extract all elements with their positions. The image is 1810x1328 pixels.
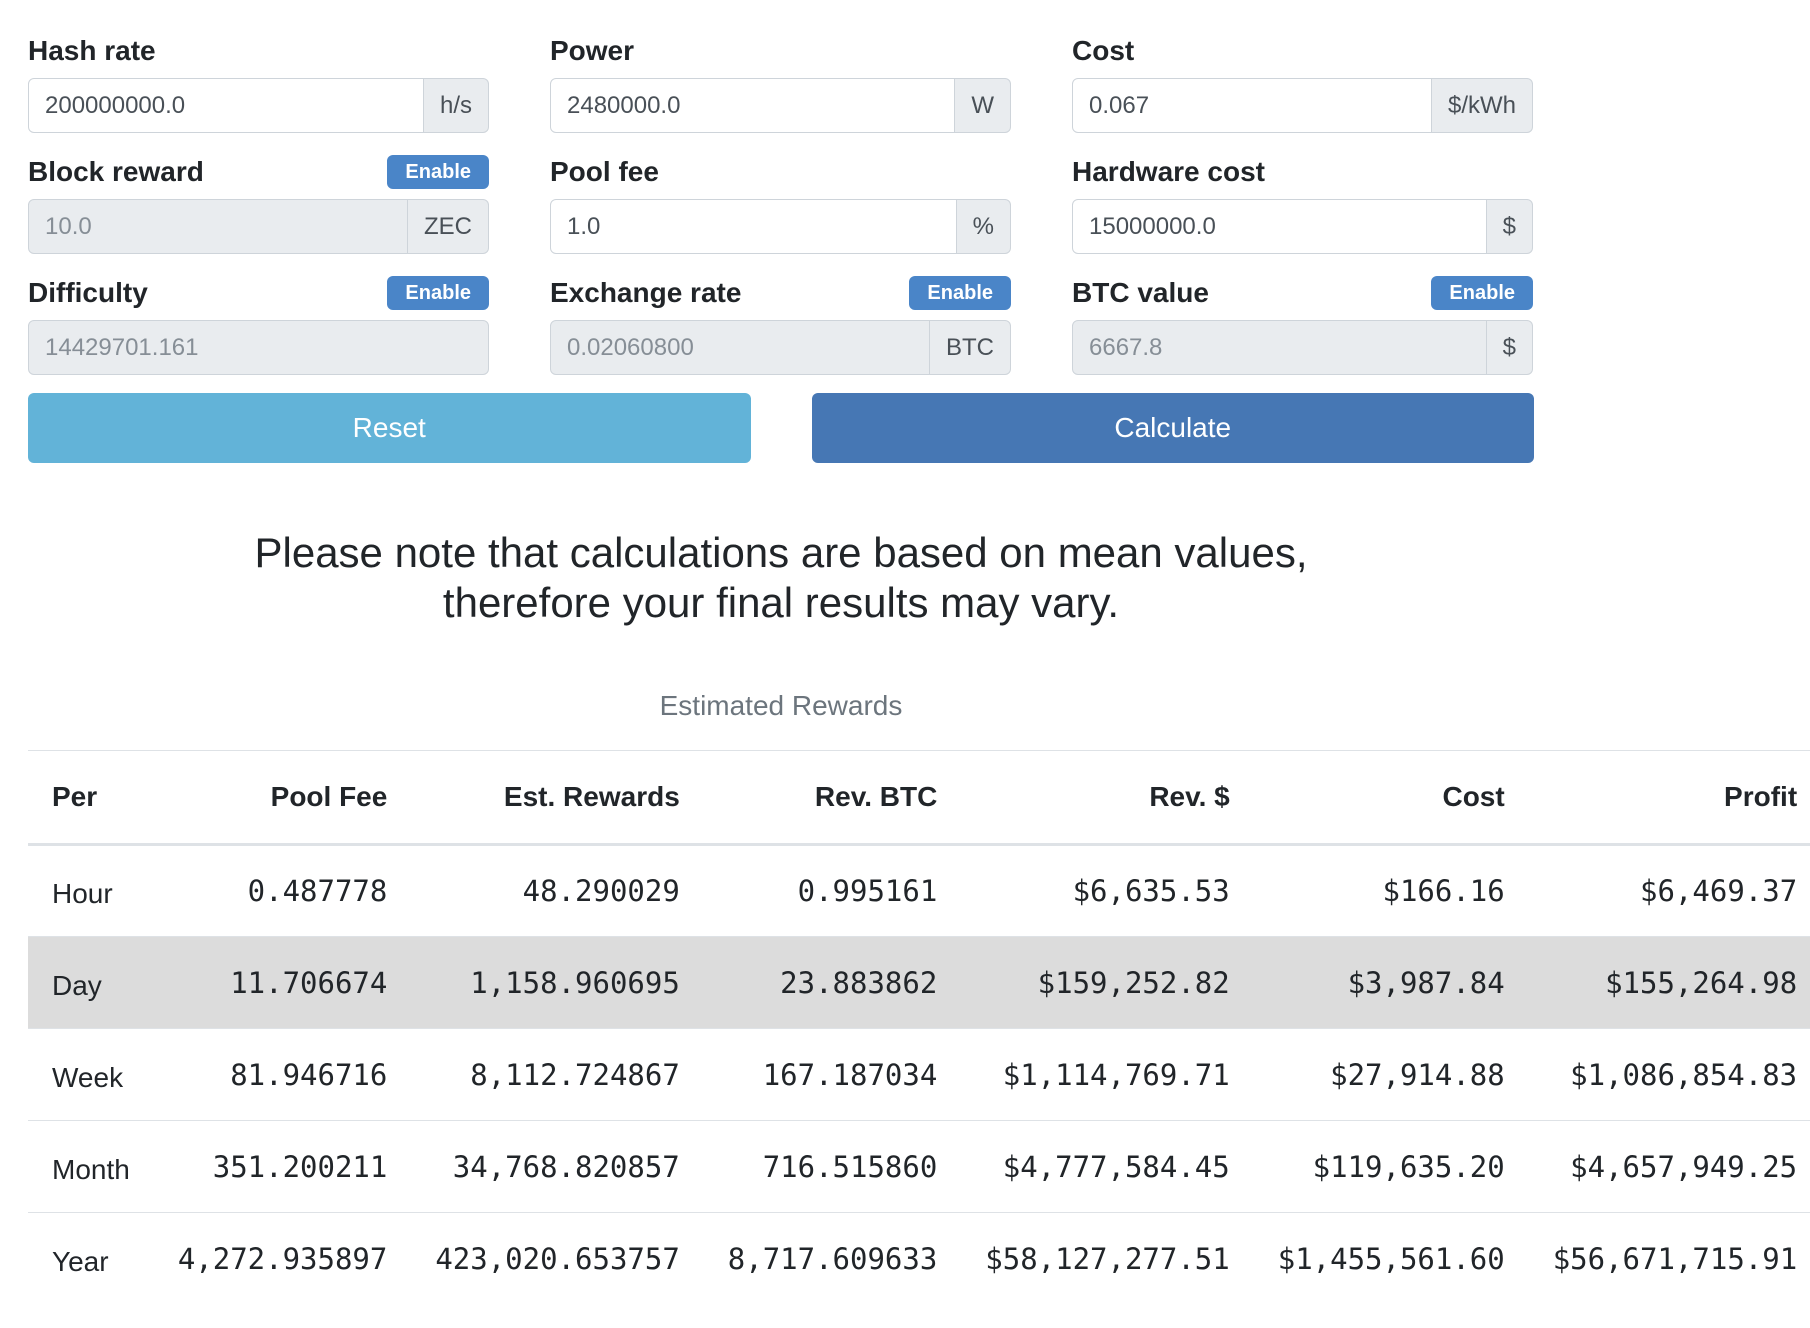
cell-profit: $6,469.37	[1640, 874, 1798, 908]
difficulty-enable-button[interactable]: Enable	[387, 276, 489, 310]
cost-input[interactable]	[1072, 78, 1432, 133]
btc-value-input[interactable]	[1072, 320, 1487, 375]
form-row-1: Hash rate h/s Power W Cost $/kWh	[28, 30, 1534, 133]
note-line-1: Please note that calculations are based …	[254, 529, 1308, 576]
table-row: Year 4,272.935897 423,020.653757 8,717.6…	[28, 1212, 1810, 1305]
exchange-rate-enable-button[interactable]: Enable	[909, 276, 1011, 310]
cell-rev-usd: $58,127,277.51	[961, 1212, 1254, 1305]
hash-rate-unit: h/s	[423, 78, 489, 133]
cell-per: Year	[28, 1212, 154, 1305]
block-reward-input[interactable]	[28, 199, 408, 254]
exchange-rate-field: Exchange rate Enable BTC	[550, 272, 1011, 375]
cell-rev-usd: $6,635.53	[1072, 874, 1230, 908]
cell-profit: $56,671,715.91	[1528, 1212, 1810, 1305]
cell-est-rewards: 1,158.960695	[411, 936, 704, 1029]
cell-rev-btc: 23.883862	[703, 936, 962, 1029]
power-label: Power	[550, 35, 635, 66]
hardware-cost-label: Hardware cost	[1072, 156, 1265, 187]
hash-rate-input[interactable]	[28, 78, 424, 133]
exchange-rate-unit: BTC	[930, 320, 1011, 375]
cell-cost: $166.16	[1382, 874, 1505, 908]
pool-fee-label: Pool fee	[550, 156, 659, 187]
cell-rev-btc: 716.515860	[703, 1120, 962, 1213]
cell-profit: $1,086,854.83	[1528, 1028, 1810, 1121]
calculate-button[interactable]: Calculate	[811, 393, 1534, 463]
form-row-3: Difficulty Enable Exchange rate Enable B…	[28, 272, 1534, 375]
header-est-rewards: Est. Rewards	[411, 750, 704, 846]
cell-rev-btc: 0.995161	[797, 874, 938, 908]
table-row: Month 351.200211 34,768.820857 716.51586…	[28, 1120, 1810, 1213]
cell-pool-fee: 351.200211	[153, 1120, 412, 1213]
cell-est-rewards: 34,768.820857	[411, 1120, 704, 1213]
cell-profit: $4,657,949.25	[1528, 1120, 1810, 1213]
header-rev-btc: Rev. BTC	[703, 750, 962, 846]
cell-per: Day	[28, 936, 154, 1029]
cell-est-rewards: 8,112.724867	[411, 1028, 704, 1121]
hash-rate-label: Hash rate	[28, 35, 156, 66]
power-unit: W	[955, 78, 1011, 133]
hardware-cost-field: Hardware cost $	[1072, 151, 1533, 254]
cost-unit: $/kWh	[1431, 78, 1533, 133]
action-buttons: Reset Calculate	[28, 393, 1534, 463]
hardware-cost-unit: $	[1486, 199, 1533, 254]
header-per: Per	[28, 750, 154, 846]
exchange-rate-label: Exchange rate	[550, 277, 742, 308]
hash-rate-field: Hash rate h/s	[28, 30, 489, 133]
power-field: Power W	[550, 30, 1011, 133]
pool-fee-input[interactable]	[550, 199, 957, 254]
cell-per: Month	[28, 1120, 154, 1213]
table-caption: Estimated Rewards	[659, 690, 903, 721]
table-row: Week 81.946716 8,112.724867 167.187034 $…	[28, 1028, 1810, 1121]
btc-value-enable-button[interactable]: Enable	[1431, 276, 1533, 310]
cell-rev-usd: $1,114,769.71	[961, 1028, 1254, 1121]
difficulty-label: Difficulty	[28, 277, 148, 308]
cell-est-rewards: 423,020.653757	[411, 1212, 704, 1305]
header-rev-usd: Rev. $	[961, 750, 1254, 846]
note-line-2: therefore your final results may vary.	[442, 579, 1120, 626]
block-reward-unit: ZEC	[408, 199, 489, 254]
cell-rev-btc: 167.187034	[703, 1028, 962, 1121]
header-pool-fee: Pool Fee	[153, 750, 412, 846]
header-profit: Profit	[1528, 750, 1810, 846]
cell-pool-fee: 11.706674	[153, 936, 412, 1029]
block-reward-field: Block reward Enable ZEC	[28, 151, 489, 254]
cell-cost: $3,987.84	[1253, 936, 1529, 1029]
cell-pool-fee: 81.946716	[153, 1028, 412, 1121]
cell-pool-fee: 0.487778	[247, 874, 388, 908]
difficulty-input[interactable]	[28, 320, 489, 375]
header-cost: Cost	[1253, 750, 1529, 846]
exchange-rate-input[interactable]	[550, 320, 930, 375]
cell-pool-fee: 4,272.935897	[153, 1212, 412, 1305]
form-row-2: Block reward Enable ZEC Pool fee % Hardw…	[28, 151, 1534, 254]
block-reward-label: Block reward	[28, 156, 204, 187]
block-reward-enable-button[interactable]: Enable	[387, 155, 489, 189]
btc-value-label: BTC value	[1072, 277, 1209, 308]
cell-cost: $1,455,561.60	[1253, 1212, 1529, 1305]
cost-field: Cost $/kWh	[1072, 30, 1533, 133]
btc-value-unit: $	[1486, 320, 1533, 375]
cell-rev-usd: $4,777,584.45	[961, 1120, 1254, 1213]
cell-cost: $119,635.20	[1253, 1120, 1529, 1213]
cell-rev-btc: 8,717.609633	[703, 1212, 962, 1305]
cell-per: Hour	[52, 878, 113, 909]
cell-rev-usd: $159,252.82	[961, 936, 1254, 1029]
cell-per: Week	[28, 1028, 154, 1121]
mean-values-note: Please note that calculations are based …	[28, 528, 1534, 628]
table-row: Day 11.706674 1,158.960695 23.883862 $15…	[28, 936, 1810, 1029]
calculator-form: Hash rate h/s Power W Cost $/kWh	[28, 30, 1534, 463]
rewards-table: Per Pool Fee Est. Rewards Rev. BTC Rev. …	[28, 750, 1810, 1305]
difficulty-field: Difficulty Enable	[28, 272, 489, 375]
cost-label: Cost	[1072, 35, 1135, 66]
pool-fee-field: Pool fee %	[550, 151, 1011, 254]
table-row: Hour 0.487778 48.290029 0.995161 $6,635.…	[28, 845, 1810, 937]
table-header-row: Per Pool Fee Est. Rewards Rev. BTC Rev. …	[28, 750, 1810, 846]
power-input[interactable]	[550, 78, 956, 133]
hardware-cost-input[interactable]	[1072, 199, 1487, 254]
cell-cost: $27,914.88	[1253, 1028, 1529, 1121]
cell-profit: $155,264.98	[1528, 936, 1810, 1029]
cell-est-rewards: 48.290029	[522, 874, 680, 908]
btc-value-field: BTC value Enable $	[1072, 272, 1533, 375]
reset-button[interactable]: Reset	[28, 393, 751, 463]
pool-fee-unit: %	[956, 199, 1011, 254]
